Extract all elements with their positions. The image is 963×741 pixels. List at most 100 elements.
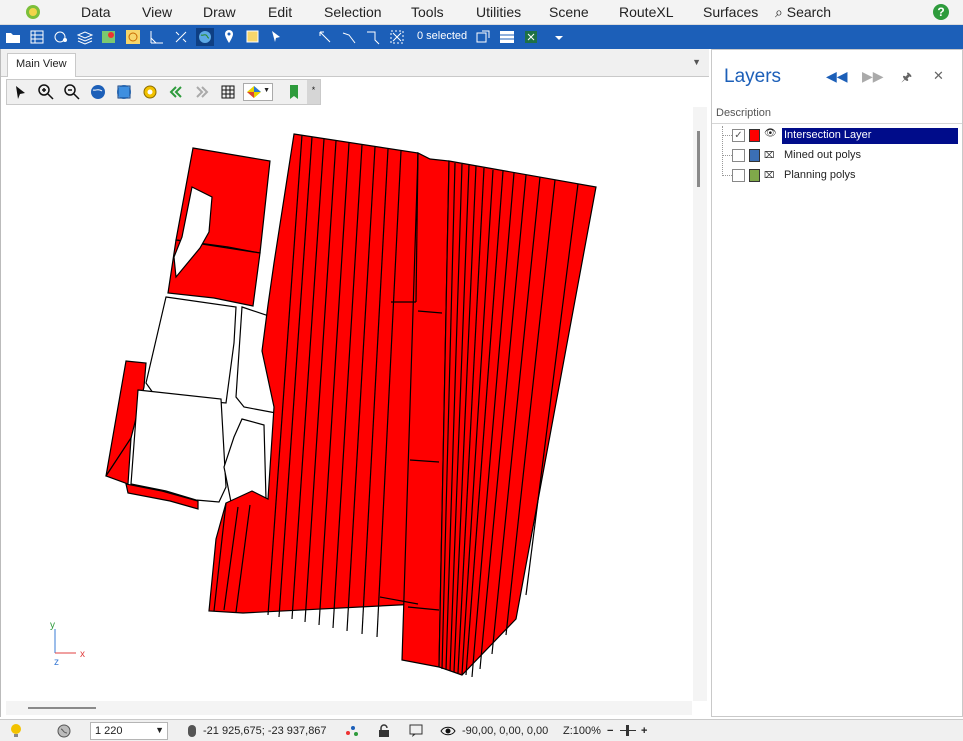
- layer-name: Mined out polys: [784, 149, 862, 161]
- document-area: Main View ▼ ▼ * y z x: [0, 49, 709, 717]
- arrow-pointer-icon[interactable]: [11, 83, 29, 101]
- menu-edit[interactable]: Edit: [268, 4, 292, 20]
- eye-open-icon[interactable]: 👁: [764, 128, 780, 142]
- location-pin-icon[interactable]: [220, 28, 238, 46]
- vertical-scroll-thumb[interactable]: [697, 131, 700, 187]
- chevron-down-icon: ▼: [263, 87, 270, 94]
- measure-angle-icon[interactable]: [148, 28, 166, 46]
- zoom-level: Z:100%: [563, 725, 601, 737]
- open-folder-icon[interactable]: [4, 28, 22, 46]
- status-bar: 1 220 ▼ -21 925,675; -23 937,867 -90,00,…: [0, 719, 963, 741]
- menu-utilities[interactable]: Utilities: [476, 4, 521, 20]
- globe-settings-icon[interactable]: [52, 28, 70, 46]
- pin-icon[interactable]: 🖈: [901, 68, 912, 89]
- map-canvas[interactable]: y z x: [6, 107, 692, 701]
- select-line-icon[interactable]: [340, 28, 358, 46]
- axis-indicator: y z x: [50, 620, 85, 668]
- globe-icon[interactable]: [196, 28, 214, 46]
- grid-icon[interactable]: [219, 83, 237, 101]
- menu-scene[interactable]: Scene: [549, 4, 589, 20]
- layer-visibility-checkbox[interactable]: [732, 169, 745, 182]
- map-pin-icon[interactable]: [100, 28, 118, 46]
- menu-data[interactable]: Data: [81, 4, 111, 20]
- pointer-select-icon[interactable]: [268, 28, 286, 46]
- brain-icon[interactable]: [56, 723, 72, 739]
- layer-row-planning[interactable]: ⌧ Planning polys: [714, 166, 960, 186]
- app-logo-icon[interactable]: [24, 3, 42, 21]
- menu-tools[interactable]: Tools: [411, 4, 444, 20]
- layers-column-header: Description: [712, 102, 962, 124]
- polygon-scene: y z x: [50, 133, 597, 678]
- zoom-extent-globe-icon[interactable]: [115, 83, 133, 101]
- axis-tool-icon[interactable]: [172, 28, 190, 46]
- tab-main-view[interactable]: Main View: [7, 53, 76, 77]
- contour-icon[interactable]: [124, 28, 142, 46]
- layer-color-swatch[interactable]: [749, 149, 760, 162]
- excel-export-icon[interactable]: [522, 28, 540, 46]
- toolbar-options-icon[interactable]: *: [307, 80, 320, 104]
- menu-draw[interactable]: Draw: [203, 4, 236, 20]
- zoom-out-button[interactable]: −: [607, 725, 613, 737]
- vertical-scrollbar[interactable]: [693, 107, 707, 701]
- tree-connector: [722, 155, 732, 156]
- menu-selection[interactable]: Selection: [324, 4, 382, 20]
- layer-name: Intersection Layer: [782, 128, 958, 144]
- layer-name: Planning polys: [784, 169, 856, 181]
- zoom-out-icon[interactable]: [63, 83, 81, 101]
- eye-closed-icon[interactable]: ⌧: [764, 150, 780, 164]
- expand-right-icon[interactable]: ▶▶: [862, 68, 884, 85]
- previous-view-icon[interactable]: [167, 83, 185, 101]
- menu-view[interactable]: View: [142, 4, 172, 20]
- help-icon[interactable]: ?: [933, 4, 949, 20]
- layer-color-swatch[interactable]: [749, 129, 760, 142]
- collapse-left-icon[interactable]: ◀◀: [826, 68, 848, 85]
- layers-stack-icon[interactable]: [76, 28, 94, 46]
- close-icon[interactable]: ✕: [933, 68, 944, 84]
- layer-row-intersection[interactable]: ✓ 👁 Intersection Layer: [714, 126, 960, 146]
- menu-routexl[interactable]: RouteXL: [619, 4, 673, 20]
- horizontal-scroll-thumb[interactable]: [28, 707, 96, 709]
- clear-selection-icon[interactable]: [388, 28, 406, 46]
- tab-list-dropdown-icon[interactable]: ▼: [692, 57, 701, 67]
- horizontal-scrollbar[interactable]: [6, 701, 692, 715]
- zoom-world-icon[interactable]: [89, 83, 107, 101]
- tree-vertical-line: [722, 126, 723, 176]
- palette-icon: [247, 86, 261, 98]
- mouse-icon: [188, 725, 196, 737]
- eye-icon[interactable]: [440, 723, 456, 739]
- selection-count: 0 selected: [417, 30, 468, 42]
- select-polygon-icon[interactable]: [364, 28, 382, 46]
- lightbulb-icon[interactable]: [8, 723, 24, 739]
- data-table-icon[interactable]: [28, 28, 46, 46]
- scale-dropdown[interactable]: 1 220 ▼: [90, 722, 168, 740]
- comment-icon[interactable]: [408, 723, 424, 739]
- layers-panel-title: Layers: [724, 66, 782, 87]
- view-toolbar: ▼ *: [6, 79, 321, 105]
- select-box-icon[interactable]: [244, 28, 262, 46]
- lock-icon[interactable]: [376, 723, 392, 739]
- search-label: Search: [786, 4, 832, 20]
- snap-points-icon[interactable]: [344, 723, 360, 739]
- layer-color-swatch[interactable]: [749, 169, 760, 182]
- settings-gear-icon[interactable]: [141, 83, 159, 101]
- zoom-in-icon[interactable]: [37, 83, 55, 101]
- menu-search[interactable]: ⌕ Search: [775, 4, 831, 21]
- layer-visibility-checkbox[interactable]: [732, 149, 745, 162]
- eye-closed-icon[interactable]: ⌧: [764, 170, 780, 184]
- zoom-slider-thumb[interactable]: [626, 725, 629, 736]
- select-vertex-icon[interactable]: [316, 28, 334, 46]
- axis-y-label: y: [50, 620, 55, 631]
- layer-row-mined-out[interactable]: ⌧ Mined out polys: [714, 146, 960, 166]
- void-polygon-3: [130, 389, 227, 503]
- toolbar-overflow-icon[interactable]: [550, 28, 568, 46]
- layer-visibility-checkbox[interactable]: ✓: [732, 129, 745, 142]
- render-style-dropdown[interactable]: ▼: [243, 83, 273, 101]
- axis-x-label: x: [80, 649, 85, 660]
- bookmark-icon[interactable]: [285, 83, 303, 101]
- zoom-in-button[interactable]: +: [641, 725, 647, 737]
- zoom-extent-icon[interactable]: [474, 28, 492, 46]
- next-view-icon[interactable]: [193, 83, 211, 101]
- cursor-coordinates: -21 925,675; -23 937,867: [203, 725, 327, 737]
- attribute-table-icon[interactable]: [498, 28, 516, 46]
- menu-surfaces[interactable]: Surfaces: [703, 4, 758, 20]
